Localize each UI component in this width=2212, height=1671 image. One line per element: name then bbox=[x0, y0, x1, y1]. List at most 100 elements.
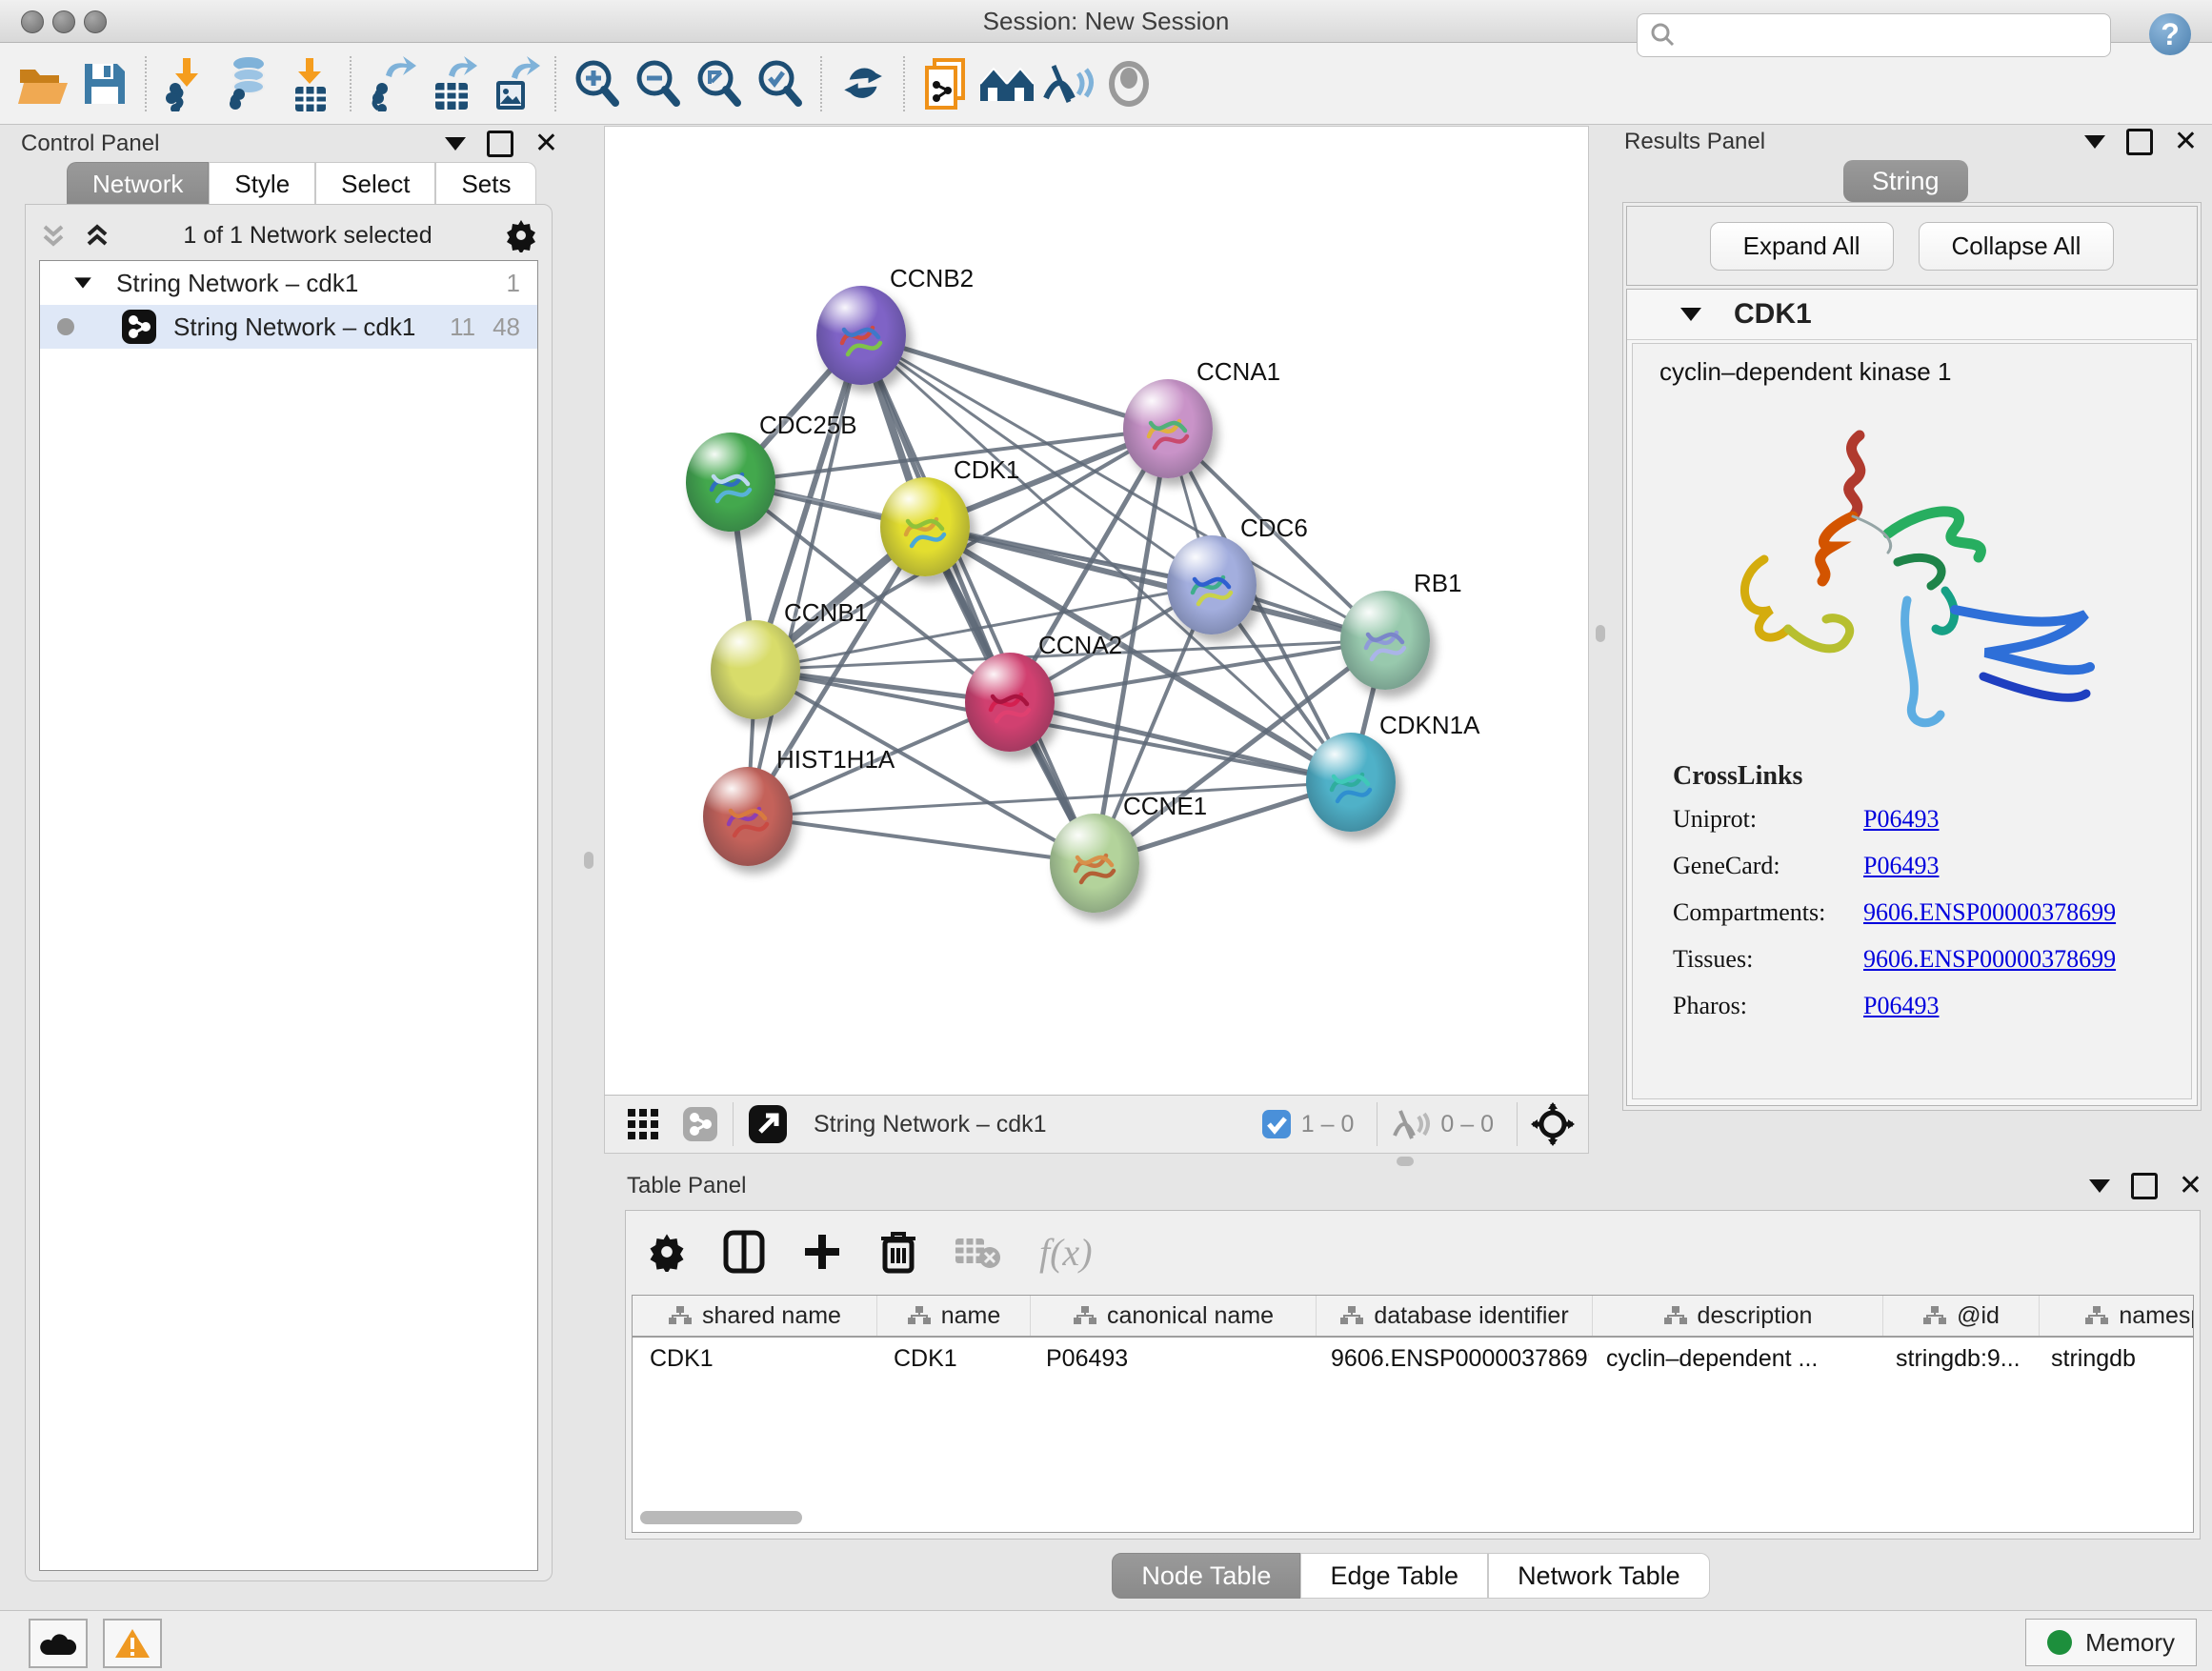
export-table-button[interactable] bbox=[423, 53, 484, 114]
selected-checkbox-icon[interactable] bbox=[1261, 1109, 1292, 1139]
refresh-layout-button[interactable] bbox=[833, 53, 894, 114]
select-columns-icon[interactable] bbox=[723, 1230, 765, 1274]
grid-view-icon[interactable] bbox=[626, 1107, 660, 1141]
section-caret-icon[interactable] bbox=[1680, 308, 1701, 321]
close-panel-icon[interactable]: ✕ bbox=[534, 130, 558, 158]
table-cell[interactable]: cyclin–dependent ... bbox=[1589, 1338, 1879, 1379]
tab-string[interactable]: String bbox=[1843, 160, 1968, 202]
column-header-canonical-name[interactable]: canonical name bbox=[1031, 1296, 1317, 1336]
column-header-namespace[interactable]: namespace bbox=[2040, 1296, 2194, 1336]
network-edge[interactable] bbox=[1010, 702, 1351, 782]
collapse-all-button[interactable]: Collapse All bbox=[1919, 222, 2115, 271]
memory-button[interactable]: Memory bbox=[2025, 1619, 2197, 1666]
column-header-name[interactable]: name bbox=[877, 1296, 1031, 1336]
column-header-@id[interactable]: @id bbox=[1883, 1296, 2040, 1336]
birdseye-share-icon[interactable] bbox=[681, 1105, 719, 1143]
network-collection-row[interactable]: String Network – cdk1 1 bbox=[40, 261, 537, 305]
import-network-from-database-button[interactable] bbox=[218, 53, 279, 114]
export-network-button[interactable] bbox=[362, 53, 423, 114]
table-cell[interactable]: 9606.ENSP00000378699 bbox=[1314, 1338, 1589, 1379]
network-node-HIST1H1A[interactable] bbox=[703, 767, 793, 866]
crosslink-link[interactable]: 9606.ENSP00000378699 bbox=[1863, 945, 2116, 974]
network-node-CCNB1[interactable] bbox=[711, 620, 800, 719]
table-cell[interactable]: stringdb bbox=[2034, 1338, 2194, 1379]
hidden-counts: 0 – 0 bbox=[1440, 1111, 1494, 1138]
horizontal-scrollbar[interactable] bbox=[640, 1511, 802, 1524]
node-table[interactable]: shared namenamecanonical namedatabase id… bbox=[632, 1295, 2194, 1533]
close-panel-icon[interactable]: ✕ bbox=[2174, 128, 2198, 156]
panel-menu-icon[interactable] bbox=[2089, 1179, 2110, 1193]
tab-style[interactable]: Style bbox=[209, 162, 315, 205]
network-edge[interactable] bbox=[861, 335, 1095, 863]
fit-content-button[interactable] bbox=[689, 53, 750, 114]
help-button[interactable]: ? bbox=[2149, 13, 2191, 55]
float-panel-icon[interactable] bbox=[2126, 129, 2153, 155]
birdseye-toggle-icon[interactable] bbox=[1531, 1102, 1575, 1146]
network-snapshot-button[interactable] bbox=[915, 53, 976, 114]
show-graphics-button[interactable] bbox=[1098, 53, 1159, 114]
tab-node-table[interactable]: Node Table bbox=[1112, 1553, 1300, 1599]
gear-icon[interactable] bbox=[504, 218, 538, 252]
tab-network[interactable]: Network bbox=[67, 162, 209, 205]
network-row[interactable]: String Network – cdk1 11 48 bbox=[40, 305, 537, 349]
add-column-icon[interactable] bbox=[801, 1231, 843, 1273]
crosslink-link[interactable]: P06493 bbox=[1863, 852, 1939, 880]
table-cell[interactable]: CDK1 bbox=[633, 1338, 876, 1379]
table-cell[interactable]: CDK1 bbox=[876, 1338, 1029, 1379]
network-node-CDC25B[interactable] bbox=[686, 433, 775, 532]
splitter-handle[interactable] bbox=[584, 852, 593, 869]
import-table-button[interactable] bbox=[279, 53, 340, 114]
tab-network-table[interactable]: Network Table bbox=[1488, 1553, 1710, 1599]
open-in-window-icon[interactable] bbox=[747, 1103, 789, 1145]
delete-column-icon[interactable] bbox=[879, 1229, 917, 1275]
network-node-CCNA2[interactable] bbox=[965, 653, 1055, 752]
panel-menu-icon[interactable] bbox=[2084, 135, 2105, 149]
cloud-status-button[interactable] bbox=[29, 1619, 88, 1668]
column-header-database-identifier[interactable]: database identifier bbox=[1317, 1296, 1593, 1336]
tab-sets[interactable]: Sets bbox=[435, 162, 536, 205]
panel-menu-icon[interactable] bbox=[445, 137, 466, 151]
tree-caret-icon[interactable] bbox=[74, 277, 91, 288]
splitter-handle[interactable] bbox=[1397, 1157, 1414, 1166]
tab-edge-table[interactable]: Edge Table bbox=[1300, 1553, 1488, 1599]
save-session-button[interactable] bbox=[74, 53, 135, 114]
crosslink-link[interactable]: P06493 bbox=[1863, 992, 1939, 1020]
table-cell[interactable]: stringdb:9... bbox=[1879, 1338, 2034, 1379]
expand-all-button[interactable]: Expand All bbox=[1710, 222, 1894, 271]
export-image-button[interactable] bbox=[484, 53, 545, 114]
open-session-button[interactable] bbox=[13, 53, 74, 114]
hidden-eye-icon[interactable] bbox=[1391, 1107, 1431, 1141]
search-input[interactable] bbox=[1685, 21, 2110, 50]
close-panel-icon[interactable]: ✕ bbox=[2179, 1172, 2202, 1200]
float-panel-icon[interactable] bbox=[487, 131, 513, 157]
protein-ribbon-icon bbox=[1139, 398, 1196, 459]
crosslink-link[interactable]: P06493 bbox=[1863, 805, 1939, 834]
crosslink-link[interactable]: 9606.ENSP00000378699 bbox=[1863, 898, 2116, 927]
network-edge[interactable] bbox=[748, 816, 1095, 863]
network-node-CCNB2[interactable] bbox=[816, 286, 906, 385]
network-edge[interactable] bbox=[861, 335, 1168, 429]
splitter-handle[interactable] bbox=[1596, 625, 1605, 642]
expand-all-icon[interactable] bbox=[83, 221, 111, 250]
column-header-shared-name[interactable]: shared name bbox=[633, 1296, 877, 1336]
network-node-CDKN1A[interactable] bbox=[1306, 733, 1396, 832]
network-node-CDC6[interactable] bbox=[1167, 535, 1257, 634]
zoom-out-button[interactable] bbox=[628, 53, 689, 114]
network-node-RB1[interactable] bbox=[1340, 591, 1430, 690]
hide-graphics-button[interactable] bbox=[1037, 53, 1098, 114]
float-panel-icon[interactable] bbox=[2131, 1173, 2158, 1199]
network-node-CDK1[interactable] bbox=[880, 477, 970, 576]
zoom-selected-button[interactable] bbox=[750, 53, 811, 114]
import-network-button[interactable] bbox=[157, 53, 218, 114]
tab-select[interactable]: Select bbox=[315, 162, 435, 205]
column-header-description[interactable]: description bbox=[1593, 1296, 1883, 1336]
collapse-all-icon[interactable] bbox=[39, 221, 68, 250]
network-node-CCNE1[interactable] bbox=[1050, 814, 1139, 913]
zoom-in-button[interactable] bbox=[567, 53, 628, 114]
homes-button[interactable] bbox=[976, 53, 1037, 114]
table-cell[interactable]: P06493 bbox=[1029, 1338, 1314, 1379]
network-node-CCNA1[interactable] bbox=[1123, 379, 1213, 478]
table-settings-gear-icon[interactable] bbox=[647, 1232, 687, 1272]
network-canvas[interactable]: CCNB2CCNA1CDC25BCDK1CDC6RB1CCNB1CCNA2CDK… bbox=[604, 126, 1589, 1096]
warnings-button[interactable] bbox=[103, 1619, 162, 1668]
